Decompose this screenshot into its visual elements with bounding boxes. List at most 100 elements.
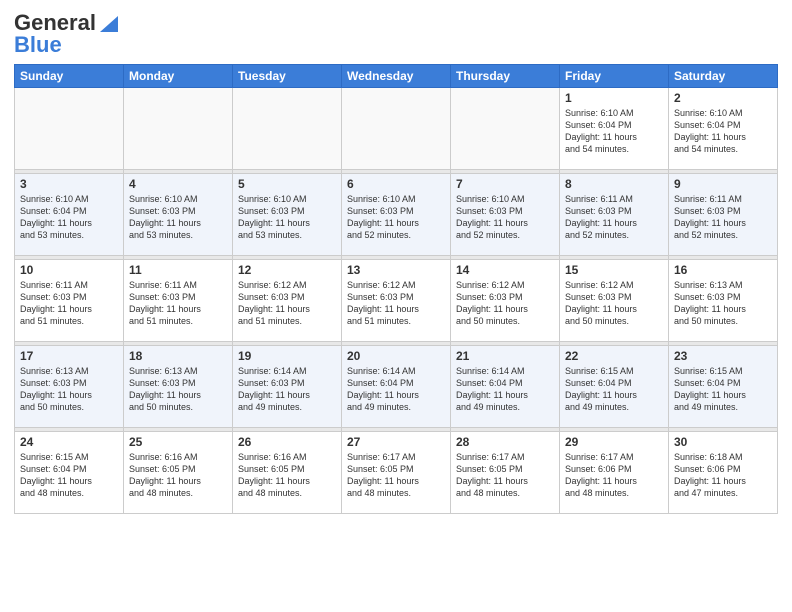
cell-info: Sunrise: 6:18 AM Sunset: 6:06 PM Dayligh… [674, 451, 772, 500]
day-number: 24 [20, 435, 118, 449]
calendar-week-5: 24 Sunrise: 6:15 AM Sunset: 6:04 PM Dayli… [15, 432, 778, 514]
cell-info: Sunrise: 6:17 AM Sunset: 6:06 PM Dayligh… [565, 451, 663, 500]
cell-info: Sunrise: 6:10 AM Sunset: 6:03 PM Dayligh… [129, 193, 227, 242]
cell-info: Sunrise: 6:11 AM Sunset: 6:03 PM Dayligh… [129, 279, 227, 328]
calendar-cell: 11 Sunrise: 6:11 AM Sunset: 6:03 PM Dayli… [124, 260, 233, 342]
calendar-cell: 25 Sunrise: 6:16 AM Sunset: 6:05 PM Dayli… [124, 432, 233, 514]
day-number: 8 [565, 177, 663, 191]
calendar-cell: 26Sunrise: 6:16 AM Sunset: 6:05 PM Dayli… [233, 432, 342, 514]
calendar-cell: 12 Sunrise: 6:12 AM Sunset: 6:03 PM Dayli… [233, 260, 342, 342]
day-number: 29 [565, 435, 663, 449]
calendar-cell: 30 Sunrise: 6:18 AM Sunset: 6:06 PM Dayli… [669, 432, 778, 514]
calendar-cell: 5 Sunrise: 6:10 AM Sunset: 6:03 PM Daylig… [233, 174, 342, 256]
day-number: 25 [129, 435, 227, 449]
day-number: 3 [20, 177, 118, 191]
day-number: 12 [238, 263, 336, 277]
cell-info: Sunrise: 6:14 AM Sunset: 6:04 PM Dayligh… [456, 365, 554, 414]
calendar-cell: 16 Sunrise: 6:13 AM Sunset: 6:03 PM Dayli… [669, 260, 778, 342]
calendar-cell: 10Sunrise: 6:11 AM Sunset: 6:03 PM Dayli… [15, 260, 124, 342]
calendar-cell: 19 Sunrise: 6:14 AM Sunset: 6:03 PM Dayli… [233, 346, 342, 428]
calendar-cell: 23Sunrise: 6:15 AM Sunset: 6:04 PM Dayli… [669, 346, 778, 428]
day-number: 1 [565, 91, 663, 105]
calendar-cell: 28 Sunrise: 6:17 AM Sunset: 6:05 PM Dayli… [451, 432, 560, 514]
day-number: 18 [129, 349, 227, 363]
cell-info: Sunrise: 6:10 AM Sunset: 6:03 PM Dayligh… [347, 193, 445, 242]
calendar-week-4: 17 Sunrise: 6:13 AM Sunset: 6:03 PM Dayli… [15, 346, 778, 428]
calendar-cell: 27 Sunrise: 6:17 AM Sunset: 6:05 PM Dayli… [342, 432, 451, 514]
cell-info: Sunrise: 6:11 AM Sunset: 6:03 PM Dayligh… [565, 193, 663, 242]
day-number: 28 [456, 435, 554, 449]
calendar-cell: 29 Sunrise: 6:17 AM Sunset: 6:06 PM Dayli… [560, 432, 669, 514]
cell-info: Sunrise: 6:12 AM Sunset: 6:03 PM Dayligh… [565, 279, 663, 328]
cell-info: Sunrise: 6:10 AM Sunset: 6:03 PM Dayligh… [456, 193, 554, 242]
calendar-cell: 22Sunrise: 6:15 AM Sunset: 6:04 PM Dayli… [560, 346, 669, 428]
calendar-cell: 6 Sunrise: 6:10 AM Sunset: 6:03 PM Daylig… [342, 174, 451, 256]
cell-info: Sunrise: 6:10 AM Sunset: 6:04 PM Dayligh… [674, 107, 772, 156]
cell-info: Sunrise: 6:10 AM Sunset: 6:04 PM Dayligh… [565, 107, 663, 156]
calendar-header-wednesday: Wednesday [342, 65, 451, 88]
day-number: 14 [456, 263, 554, 277]
calendar-cell: 8 Sunrise: 6:11 AM Sunset: 6:03 PM Daylig… [560, 174, 669, 256]
cell-info: Sunrise: 6:14 AM Sunset: 6:03 PM Dayligh… [238, 365, 336, 414]
cell-info: Sunrise: 6:17 AM Sunset: 6:05 PM Dayligh… [456, 451, 554, 500]
calendar-body: 1 Sunrise: 6:10 AM Sunset: 6:04 PM Daylig… [15, 88, 778, 514]
calendar-header-friday: Friday [560, 65, 669, 88]
calendar-header-saturday: Saturday [669, 65, 778, 88]
calendar-header-sunday: Sunday [15, 65, 124, 88]
logo: General Blue [14, 10, 120, 58]
calendar-header-thursday: Thursday [451, 65, 560, 88]
logo-blue: Blue [14, 32, 62, 58]
day-number: 16 [674, 263, 772, 277]
calendar-cell [342, 88, 451, 170]
cell-info: Sunrise: 6:10 AM Sunset: 6:04 PM Dayligh… [20, 193, 118, 242]
cell-info: Sunrise: 6:13 AM Sunset: 6:03 PM Dayligh… [20, 365, 118, 414]
cell-info: Sunrise: 6:17 AM Sunset: 6:05 PM Dayligh… [347, 451, 445, 500]
cell-info: Sunrise: 6:12 AM Sunset: 6:03 PM Dayligh… [238, 279, 336, 328]
calendar-cell: 4 Sunrise: 6:10 AM Sunset: 6:03 PM Daylig… [124, 174, 233, 256]
calendar-cell: 15Sunrise: 6:12 AM Sunset: 6:03 PM Dayli… [560, 260, 669, 342]
calendar-cell: 7 Sunrise: 6:10 AM Sunset: 6:03 PM Daylig… [451, 174, 560, 256]
day-number: 21 [456, 349, 554, 363]
calendar-week-2: 3 Sunrise: 6:10 AM Sunset: 6:04 PM Daylig… [15, 174, 778, 256]
calendar-cell: 13Sunrise: 6:12 AM Sunset: 6:03 PM Dayli… [342, 260, 451, 342]
page: General Blue SundayMondayTuesdayWednesda… [0, 0, 792, 612]
cell-info: Sunrise: 6:15 AM Sunset: 6:04 PM Dayligh… [20, 451, 118, 500]
calendar-cell: 21 Sunrise: 6:14 AM Sunset: 6:04 PM Dayli… [451, 346, 560, 428]
calendar-cell: 14 Sunrise: 6:12 AM Sunset: 6:03 PM Dayli… [451, 260, 560, 342]
calendar-cell: 3 Sunrise: 6:10 AM Sunset: 6:04 PM Daylig… [15, 174, 124, 256]
cell-info: Sunrise: 6:13 AM Sunset: 6:03 PM Dayligh… [129, 365, 227, 414]
day-number: 30 [674, 435, 772, 449]
day-number: 2 [674, 91, 772, 105]
day-number: 7 [456, 177, 554, 191]
calendar-week-3: 10 Sunrise: 6:11 AM Sunset: 6:03 PM Dayli… [15, 260, 778, 342]
calendar-cell [233, 88, 342, 170]
day-number: 19 [238, 349, 336, 363]
calendar-header-row: SundayMondayTuesdayWednesdayThursdayFrid… [15, 65, 778, 88]
cell-info: Sunrise: 6:13 AM Sunset: 6:03 PM Dayligh… [674, 279, 772, 328]
day-number: 20 [347, 349, 445, 363]
day-number: 10 [20, 263, 118, 277]
calendar-header-tuesday: Tuesday [233, 65, 342, 88]
day-number: 17 [20, 349, 118, 363]
day-number: 26 [238, 435, 336, 449]
cell-info: Sunrise: 6:14 AM Sunset: 6:04 PM Dayligh… [347, 365, 445, 414]
calendar-cell: 9Sunrise: 6:11 AM Sunset: 6:03 PM Daylig… [669, 174, 778, 256]
calendar-cell: 2 Sunrise: 6:10 AM Sunset: 6:04 PM Daylig… [669, 88, 778, 170]
calendar-cell: 1 Sunrise: 6:10 AM Sunset: 6:04 PM Daylig… [560, 88, 669, 170]
calendar-week-1: 1 Sunrise: 6:10 AM Sunset: 6:04 PM Daylig… [15, 88, 778, 170]
day-number: 5 [238, 177, 336, 191]
day-number: 6 [347, 177, 445, 191]
calendar-cell: 17 Sunrise: 6:13 AM Sunset: 6:03 PM Dayli… [15, 346, 124, 428]
cell-info: Sunrise: 6:16 AM Sunset: 6:05 PM Dayligh… [129, 451, 227, 500]
calendar-cell [124, 88, 233, 170]
day-number: 4 [129, 177, 227, 191]
logo-triangle-icon [98, 12, 120, 34]
calendar-cell: 24 Sunrise: 6:15 AM Sunset: 6:04 PM Dayli… [15, 432, 124, 514]
cell-info: Sunrise: 6:12 AM Sunset: 6:03 PM Dayligh… [456, 279, 554, 328]
calendar-cell [15, 88, 124, 170]
day-number: 27 [347, 435, 445, 449]
cell-info: Sunrise: 6:10 AM Sunset: 6:03 PM Dayligh… [238, 193, 336, 242]
cell-info: Sunrise: 6:12 AM Sunset: 6:03 PM Dayligh… [347, 279, 445, 328]
day-number: 23 [674, 349, 772, 363]
day-number: 11 [129, 263, 227, 277]
